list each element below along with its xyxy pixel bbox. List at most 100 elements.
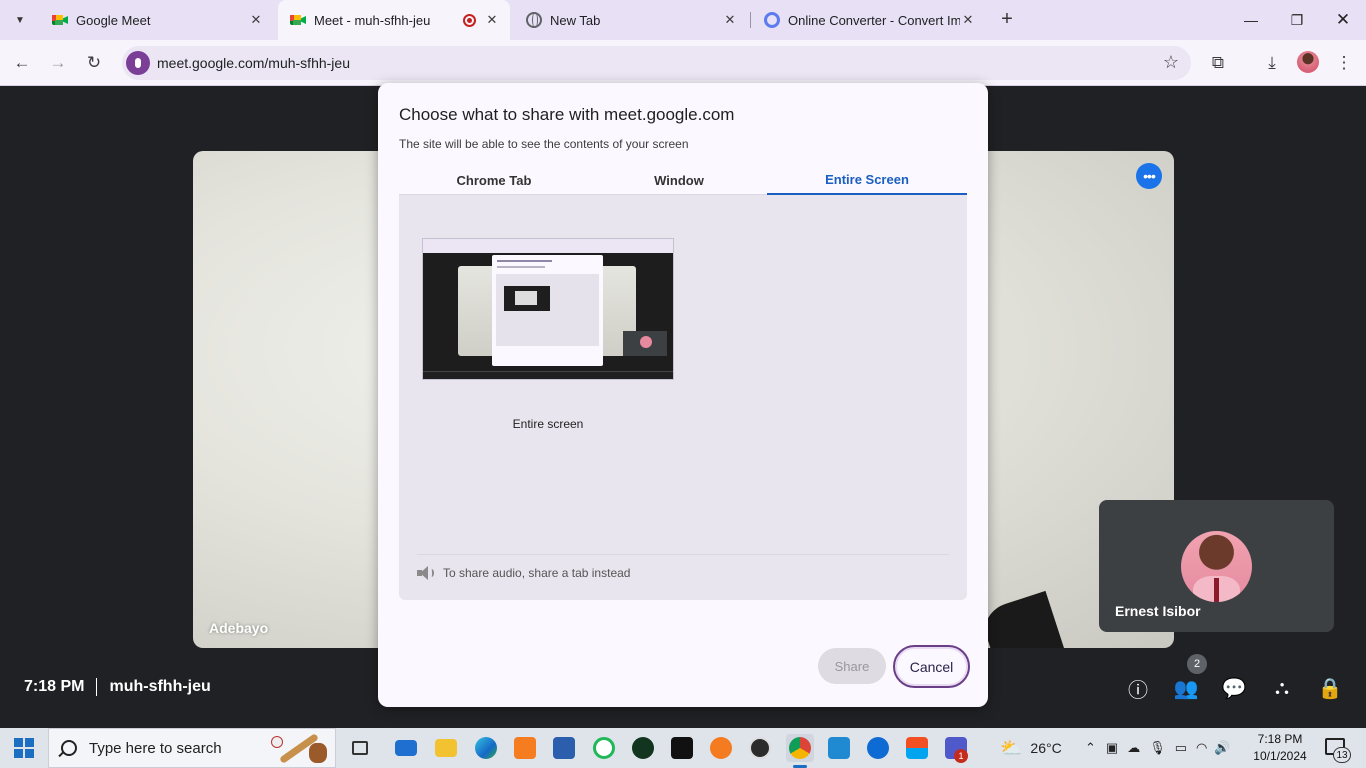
tab-title: Google Meet (76, 12, 151, 28)
restore-icon[interactable]: ❐ (1274, 0, 1320, 40)
info-icon[interactable]: ⓘ (1124, 674, 1152, 702)
meeting-code: muh-sfhh-jeu (109, 678, 211, 695)
tab-separator (750, 12, 751, 28)
bookmark-star-icon[interactable]: ☆ (1163, 52, 1179, 73)
browser-tab-online-converter[interactable]: Online Converter - Convert Ima ✕ (752, 0, 986, 40)
download-icon[interactable]: ⤓ (1258, 49, 1286, 77)
browser-tab-meet-active[interactable]: Meet - muh-sfhh-jeu ✕ (278, 0, 510, 40)
activities-icon[interactable]: ⛬ (1268, 674, 1296, 702)
edge-icon[interactable] (472, 734, 500, 762)
meeting-time: 7:18 PM (24, 678, 85, 695)
tab-chrome-tab[interactable]: Chrome Tab (399, 165, 589, 195)
meeting-info: 7:18 PM muh-sfhh-jeu (24, 678, 211, 696)
weather-widget[interactable]: ⛅ 26°C (1000, 728, 1062, 768)
avatar (1181, 531, 1252, 602)
camera-icon[interactable]: ▣ (1106, 740, 1118, 756)
tab-title: New Tab (550, 12, 601, 28)
share-panel: Entire screen To share audio, share a ta… (399, 195, 967, 600)
reload-icon[interactable]: ↻ (80, 49, 108, 77)
share-tabs: Chrome Tab Window Entire Screen (399, 165, 967, 195)
dialog-title: Choose what to share with meet.google.co… (399, 105, 735, 124)
taskbar-clock[interactable]: 7:18 PM 10/1/2024 (1252, 731, 1308, 765)
teamviewer-icon[interactable] (864, 734, 892, 762)
microsoft-store-icon[interactable] (903, 734, 931, 762)
mail-icon[interactable] (392, 734, 420, 762)
google-meet-icon (52, 12, 68, 28)
self-participant-name: Ernest Isibor (1115, 603, 1201, 619)
mongodb-icon[interactable] (629, 734, 657, 762)
divider (417, 554, 949, 555)
more-options-icon[interactable]: ••• (1136, 163, 1162, 189)
tab-search-chevron-icon[interactable]: ▼ (6, 7, 34, 33)
teams-badge: 1 (954, 749, 968, 763)
forward-arrow-icon[interactable]: → (44, 49, 72, 77)
speaker-icon (417, 566, 434, 580)
capcut-icon[interactable] (668, 734, 696, 762)
divider (96, 678, 98, 696)
search-placeholder: Type here to search (89, 739, 222, 757)
browser-tab-new-tab[interactable]: New Tab ✕ (514, 0, 748, 40)
share-screen-dialog: Choose what to share with meet.google.co… (378, 83, 988, 707)
volume-icon[interactable]: 🔊 (1214, 740, 1230, 756)
tab-entire-screen[interactable]: Entire Screen (767, 165, 967, 195)
word-icon[interactable] (550, 734, 578, 762)
close-icon[interactable]: ✕ (248, 12, 264, 28)
converter-icon (764, 12, 780, 28)
search-icon (61, 740, 77, 756)
battery-icon[interactable]: ▭ (1175, 740, 1187, 756)
recording-icon (463, 13, 476, 27)
weather-temp: 26°C (1030, 740, 1062, 756)
minimize-icon[interactable]: — (1228, 0, 1274, 40)
onedrive-cloud-icon[interactable]: ☁ (1127, 740, 1140, 756)
chrome-icon[interactable] (786, 734, 814, 762)
wifi-icon[interactable]: ◠ (1196, 740, 1207, 756)
extensions-puzzle-icon[interactable]: ⧉ (1204, 49, 1232, 77)
video-shadow (978, 590, 1064, 648)
entire-screen-thumbnail[interactable] (422, 238, 674, 380)
close-window-icon[interactable]: ✕ (1320, 0, 1366, 40)
whatsapp-icon[interactable] (590, 734, 618, 762)
participant-name: Adebayo (209, 620, 269, 636)
cancel-button[interactable]: Cancel (893, 645, 970, 688)
task-view-icon[interactable] (346, 734, 374, 762)
pen-app-icon[interactable] (707, 734, 735, 762)
tab-window[interactable]: Window (584, 165, 774, 195)
google-meet-icon (290, 12, 306, 28)
more-menu-icon[interactable]: ⋮ (1330, 49, 1358, 77)
notification-count: 13 (1333, 747, 1351, 763)
share-button[interactable]: Share (818, 648, 886, 684)
url-text: meet.google.com/muh-sfhh-jeu (157, 55, 350, 71)
host-controls-lock-icon[interactable]: 🔒 (1316, 674, 1344, 702)
windows-taskbar: Type here to search 1 ⛅ 26°C ⌃ ▣ ☁ 🎙 ▭ ◠… (0, 728, 1366, 768)
address-bar[interactable]: meet.google.com/muh-sfhh-jeu ☆ (122, 46, 1191, 80)
chevron-up-icon[interactable]: ⌃ (1085, 740, 1096, 756)
windows-start-icon[interactable] (14, 738, 34, 758)
audio-note-text: To share audio, share a tab instead (443, 566, 631, 580)
close-icon[interactable]: ✕ (960, 12, 976, 28)
microphone-icon[interactable]: 🎙 (1149, 740, 1166, 756)
weather-icon: ⛅ (1000, 737, 1023, 758)
clock-date: 10/1/2024 (1253, 749, 1307, 763)
people-icon[interactable]: 👥 (1172, 674, 1200, 702)
browser-tab-strip: ▼ Google Meet ✕ Meet - muh-sfhh-jeu ✕ Ne… (0, 0, 1366, 40)
browser-tab-google-meet[interactable]: Google Meet ✕ (40, 0, 274, 40)
profile-avatar[interactable] (1297, 51, 1319, 73)
globe-icon (526, 12, 542, 28)
system-tray: ⌃ ▣ ☁ 🎙 ▭ ◠ 🔊 (1085, 728, 1231, 768)
back-arrow-icon[interactable]: ← (8, 49, 36, 77)
obs-icon[interactable] (746, 734, 774, 762)
tab-title: Meet - muh-sfhh-jeu (314, 12, 431, 28)
vscode-icon[interactable] (825, 734, 853, 762)
chat-icon[interactable]: 💬 (1220, 674, 1248, 702)
file-explorer-icon[interactable] (432, 734, 460, 762)
xampp-icon[interactable] (511, 734, 539, 762)
self-view-tile[interactable]: Ernest Isibor (1099, 500, 1334, 632)
taskbar-search-box[interactable]: Type here to search (48, 728, 336, 768)
new-tab-plus-icon[interactable]: + (996, 8, 1018, 32)
microphone-in-use-icon[interactable] (126, 51, 150, 75)
close-icon[interactable]: ✕ (722, 12, 738, 28)
people-count-badge: 2 (1187, 654, 1207, 674)
search-highlight-image (269, 733, 329, 765)
close-icon[interactable]: ✕ (484, 12, 500, 28)
dialog-subtitle: The site will be able to see the content… (399, 137, 689, 151)
